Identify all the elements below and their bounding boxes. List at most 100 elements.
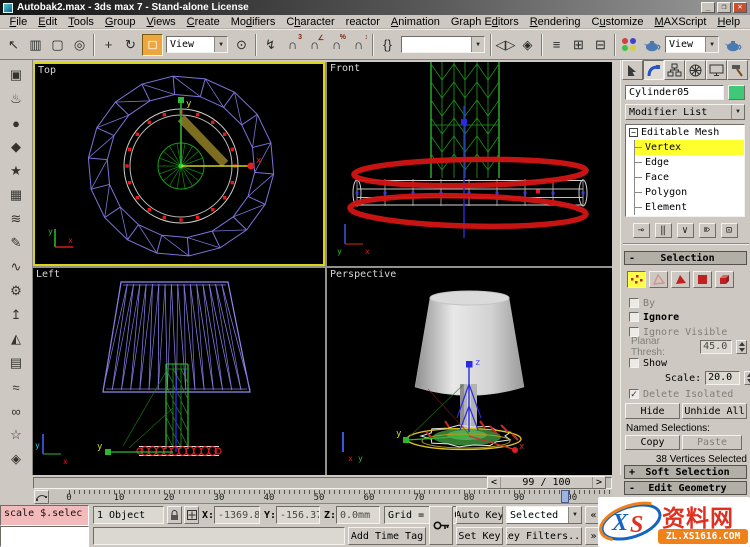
quick-render-button[interactable] [722,34,743,56]
stack-item-edge[interactable]: Edge [635,155,744,170]
show-checkbox[interactable] [629,358,639,368]
tab-display[interactable] [706,60,727,80]
tab-hierarchy[interactable] [664,60,685,80]
edge-mode-button[interactable] [649,271,668,288]
menu-customize[interactable]: Customize [586,16,649,28]
minimize-button[interactable]: _ [701,2,715,13]
pin-stack-button[interactable]: ⊸ [632,222,650,238]
viewport-front[interactable]: Front y x [327,62,612,266]
select-by-name-button[interactable]: ▥ [25,34,46,56]
select-and-manipulate-button[interactable]: ↯ [260,34,281,56]
menu-views[interactable]: Views [141,16,181,28]
next-frame-button[interactable]: > [592,477,605,488]
mini-curve-editor-button[interactable] [34,490,49,504]
key-filters-button[interactable]: Key Filters... [506,527,582,545]
named-selection-sets-dropdown[interactable]: ▼ [401,36,485,53]
stack-item-vertex[interactable]: Vertex [635,140,744,155]
menu-rendering[interactable]: Rendering [524,16,586,28]
x-coord-field[interactable]: -1369.8 [214,506,260,524]
set-key-button[interactable]: Set Key [456,527,503,545]
mirror-button[interactable]: ◁▷ [495,34,516,56]
tab-modify[interactable] [643,60,664,80]
menu-group[interactable]: Group [99,16,141,28]
align-button[interactable]: ◈ [517,34,538,56]
menu-character[interactable]: Character [281,16,340,28]
layer-manager-button[interactable]: ≡ [546,34,567,56]
spinner-snap-toggle-button[interactable]: ∩ ↕ [348,34,369,56]
polygon-mode-button[interactable] [693,271,712,288]
selection-filter-button[interactable]: ◎ [69,34,90,56]
select-and-rotate-button[interactable]: ↻ [120,34,141,56]
shelf-sheet-icon[interactable]: ▤ [4,352,28,374]
stack-item-element[interactable]: Element [635,200,744,215]
tab-create[interactable] [622,60,643,80]
maxscript-listener-macro[interactable]: scale $.selec [0,505,89,526]
paste-button[interactable]: Paste [682,435,742,450]
render-type-dropdown[interactable]: View ▼ [665,36,719,53]
viewport-left[interactable]: Left y y x [33,268,325,477]
shelf-sphere-icon[interactable]: ● [4,112,28,134]
copy-button[interactable]: Copy [625,435,680,450]
shelf-teapot-icon[interactable]: ♨ [4,88,28,110]
use-pivot-point-center-button[interactable]: ⊙ [231,34,252,56]
shelf-ripple-icon[interactable]: ≈ [4,376,28,398]
menu-maxscript[interactable]: MAXScript [649,16,712,28]
stack-item-root[interactable]: − Editable Mesh [626,125,744,140]
ignore-backfacing-checkbox[interactable] [629,312,639,322]
stack-item-polygon[interactable]: Polygon [635,185,744,200]
viewport-top-label[interactable]: Top [38,65,56,76]
restore-button[interactable]: ❐ [717,2,731,13]
selection-rollout-header[interactable]: - Selection [624,251,747,265]
soft-sel-scale-field[interactable]: 20.0 [705,371,741,385]
shelf-helper-icon[interactable]: ↥ [4,304,28,326]
y-coord-field[interactable]: -156.37 [276,506,320,524]
track-bar-frame-marker[interactable] [561,490,569,503]
shelf-pen-icon[interactable]: ✎ [4,232,28,254]
planar-thresh-spinner[interactable] [736,340,747,354]
curve-editor-button[interactable]: ⊞ [568,34,589,56]
by-vertex-checkbox[interactable] [629,298,639,308]
snap-toggle-3d-button[interactable]: ∩ 3 [282,34,303,56]
object-color-swatch[interactable] [728,85,745,100]
delete-isolated-checkbox[interactable] [629,389,639,399]
menu-animation[interactable]: Animation [385,16,445,28]
viewport-front-label[interactable]: Front [330,63,360,74]
angle-snap-toggle-button[interactable]: ∩ ∠ [304,34,325,56]
soft-sel-scale-spinner[interactable] [744,371,750,385]
maxscript-listener-input[interactable] [0,526,89,547]
soft-selection-rollout-header[interactable]: + Soft Selection [624,465,747,479]
shelf-compound-objects-icon[interactable]: ▦ [4,184,28,206]
menu-graph-editors[interactable]: Graph Editors [445,16,524,28]
planar-thresh-field[interactable]: 45.0 [700,340,733,354]
set-key-big-button[interactable] [429,506,453,545]
vertex-mode-button[interactable] [627,271,646,288]
tab-utilities[interactable] [727,60,748,80]
edit-named-selections-button[interactable]: {} [377,34,398,56]
viewport-perspective-label[interactable]: Perspective [330,269,396,280]
viewport-perspective[interactable]: Perspective zyxxy [327,268,612,477]
track-bar[interactable]: 0 10 20 30 40 50 60 70 80 90 100 [50,490,612,504]
render-scene-dialog-button[interactable] [641,34,662,56]
modifier-list-dropdown[interactable]: Modifier List ▼ [625,104,745,120]
menu-help[interactable]: Help [712,16,746,28]
hide-button[interactable]: Hide [625,403,680,419]
time-slider-thumb[interactable]: < 99 / 100 > [487,476,606,489]
shelf-figure-icon[interactable]: ☆ [4,424,28,446]
make-unique-button[interactable]: ∨ [676,222,694,238]
add-time-tag-button[interactable]: Add Time Tag [348,527,426,545]
close-button[interactable]: ✕ [733,2,747,13]
menu-modifiers[interactable]: Modifiers [225,16,281,28]
menu-create[interactable]: Create [181,16,225,28]
shelf-camera-icon[interactable]: ◭ [4,328,28,350]
absolute-offset-toggle[interactable] [184,506,199,524]
menu-edit[interactable]: Edit [33,16,63,28]
shelf-spring-icon[interactable]: ≋ [4,208,28,230]
auto-key-button[interactable]: Auto Key [456,506,503,524]
menu-tools[interactable]: Tools [63,16,100,28]
shelf-knot-icon[interactable]: ∞ [4,400,28,422]
stack-item-face[interactable]: Face [635,170,744,185]
object-name-field[interactable]: Cylinder05 [625,85,724,100]
material-editor-button[interactable] [619,34,640,56]
unhide-all-button[interactable]: Unhide All [682,403,747,419]
schematic-view-button[interactable]: ⊟ [590,34,611,56]
